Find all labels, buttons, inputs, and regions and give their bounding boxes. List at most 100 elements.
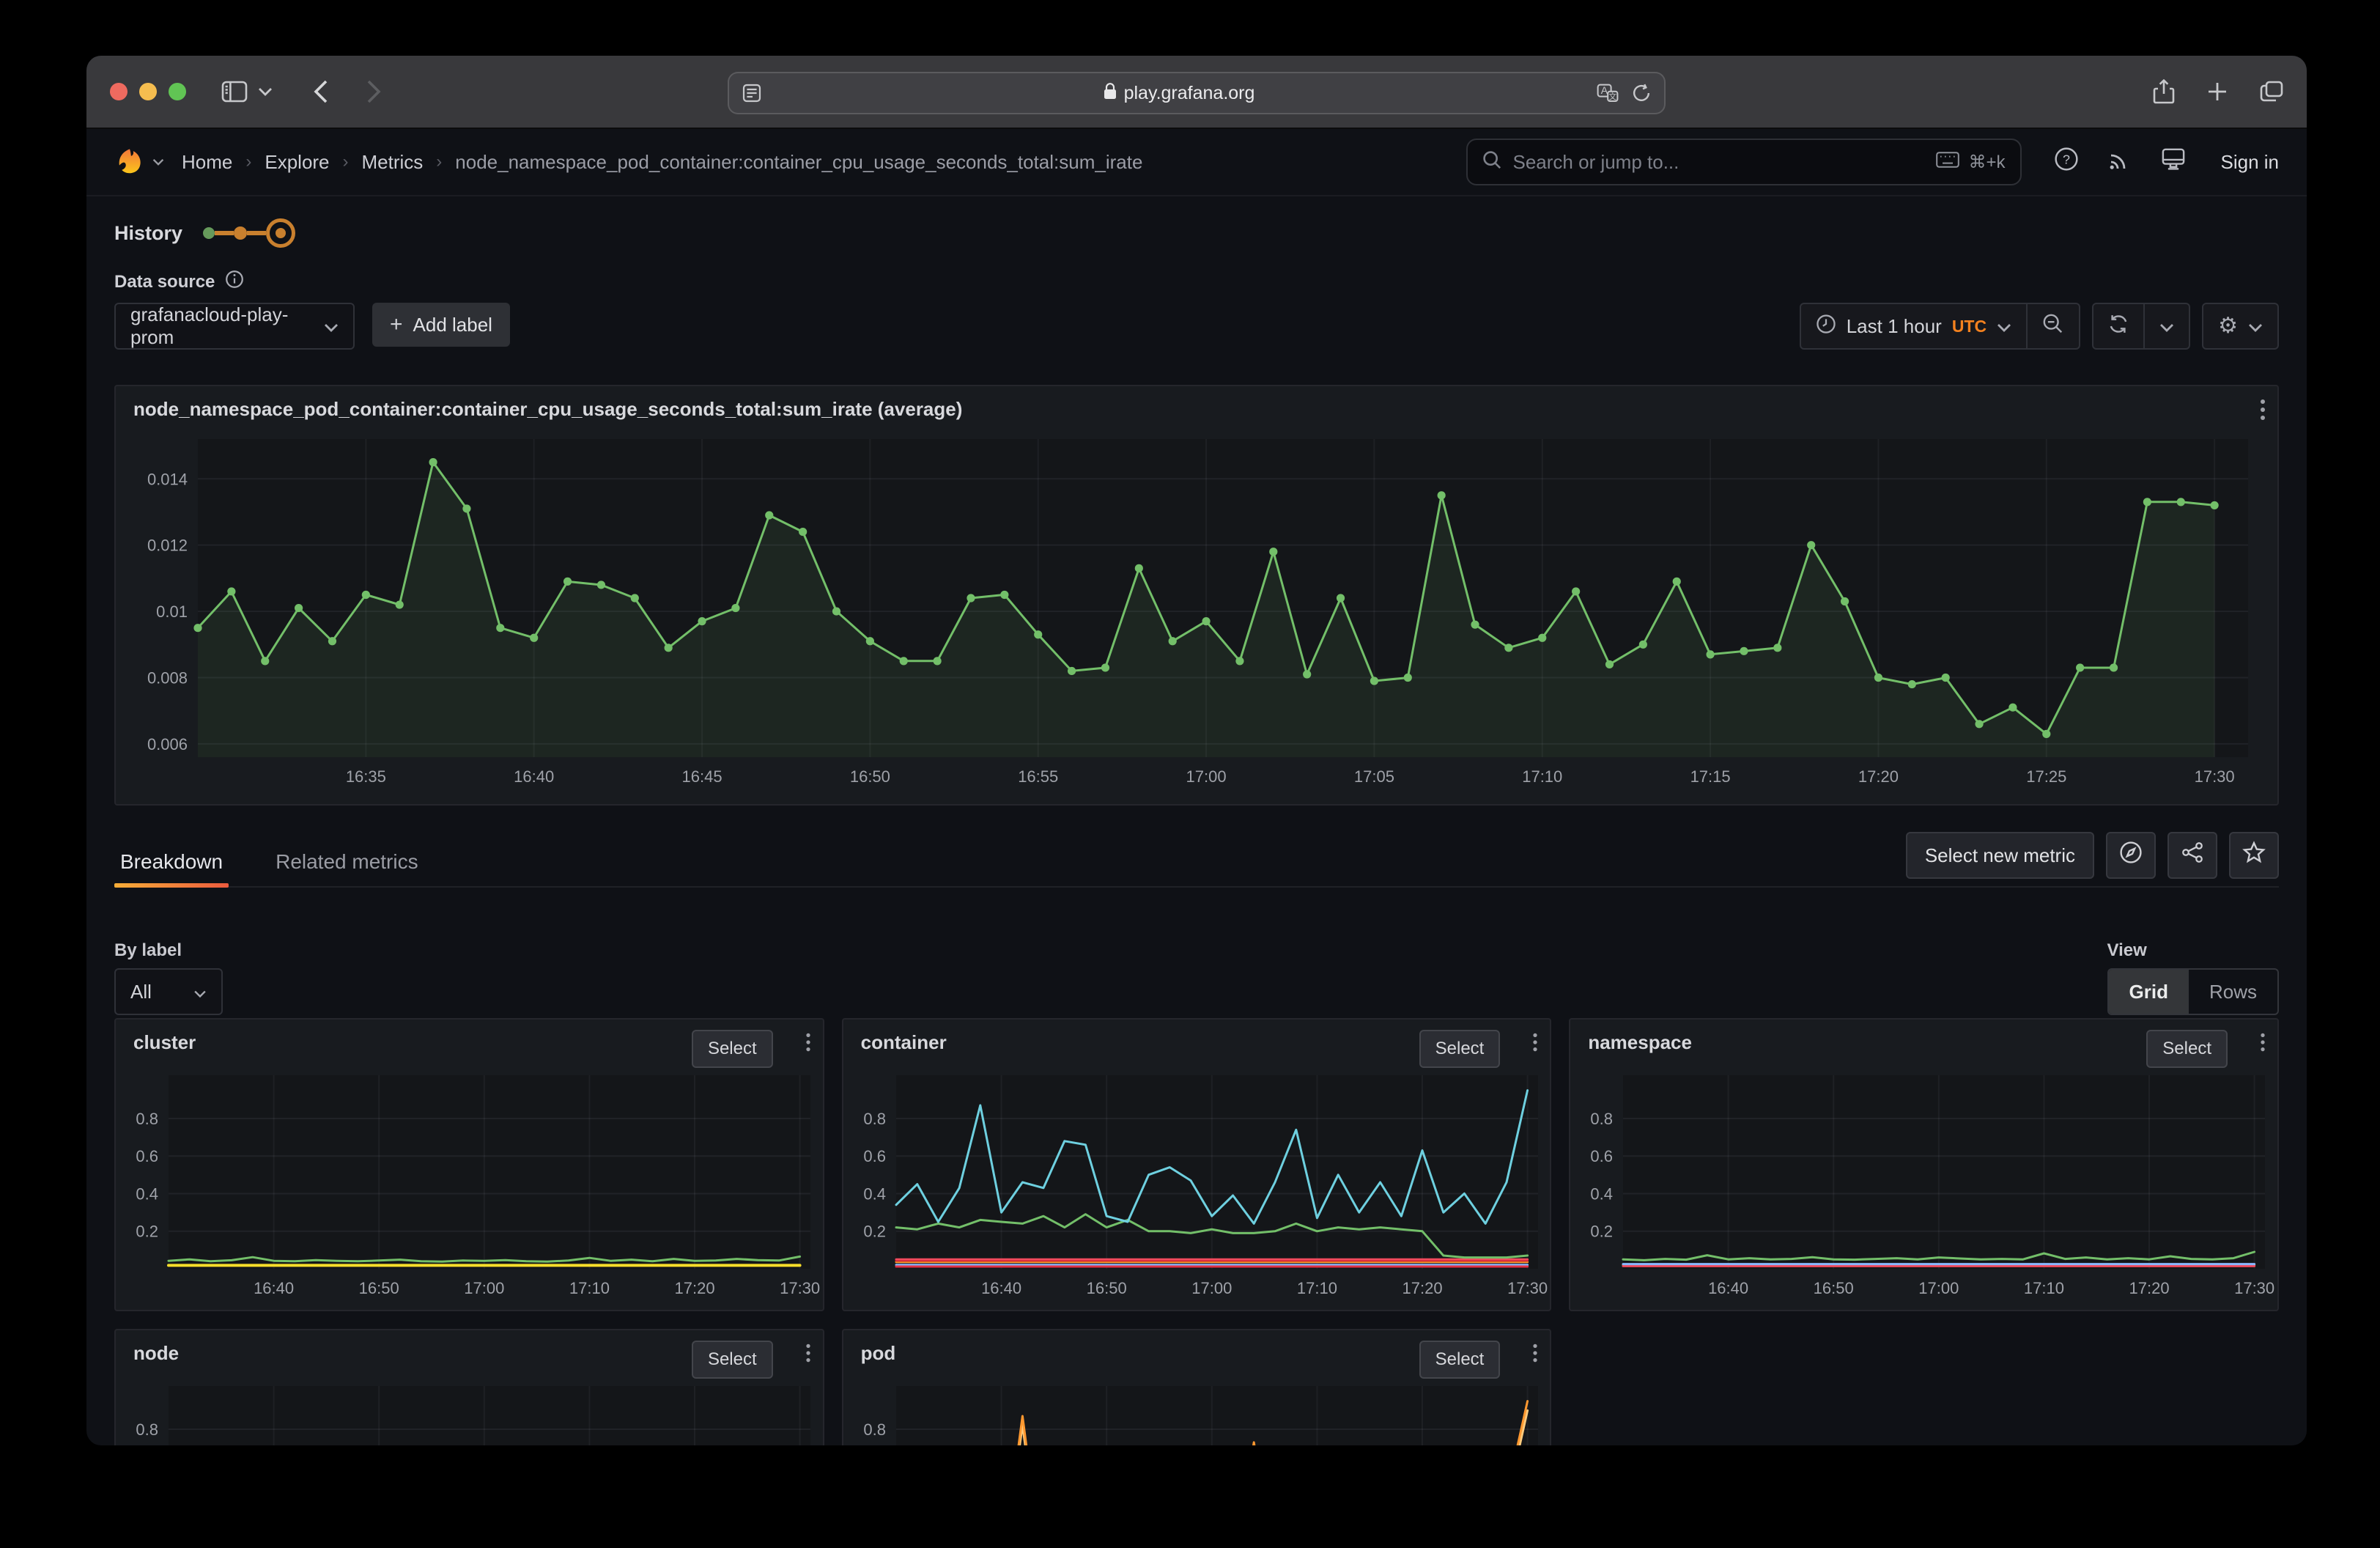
star-button[interactable] [2229,832,2279,879]
select-new-metric-button[interactable]: Select new metric [1906,832,2094,879]
svg-text:0.8: 0.8 [1591,1110,1614,1128]
share-icon[interactable] [2153,79,2175,104]
reader-icon[interactable] [742,84,761,103]
forward-button-icon[interactable] [366,80,381,103]
panel-title: container [861,1031,947,1054]
fullscreen-window-button[interactable] [169,83,186,100]
translate-icon[interactable]: A 文 [1597,84,1619,103]
history-label: History [114,222,182,245]
svg-text:16:50: 16:50 [359,1279,399,1297]
view-label: View [2107,940,2279,961]
new-tab-icon[interactable] [2207,81,2228,102]
desktop: play.grafana.org A 文 [0,0,2380,1548]
refresh-interval-dropdown[interactable] [2143,304,2189,348]
tab-breakdown[interactable]: Breakdown [114,838,229,886]
panel-menu-kebab-icon[interactable] [2260,1031,2266,1058]
breakdown-panel-namespace: namespace Select 0.20.40.60.816:4016:501… [1569,1018,2279,1311]
view-grid-option[interactable]: Grid [2109,970,2189,1014]
svg-text:16:35: 16:35 [346,767,386,786]
history-step-icon[interactable] [234,226,247,240]
tab-related-metrics[interactable]: Related metrics [270,838,424,886]
svg-text:16:40: 16:40 [254,1279,294,1297]
svg-text:17:30: 17:30 [1507,1279,1548,1297]
browser-window: play.grafana.org A 文 [86,56,2307,1445]
explore-compass-button[interactable] [2106,832,2156,879]
minimize-window-button[interactable] [139,83,157,100]
svg-text:0.6: 0.6 [136,1147,158,1165]
svg-text:17:20: 17:20 [675,1279,715,1297]
search-icon [1482,150,1501,174]
address-bar[interactable]: play.grafana.org A 文 [728,72,1666,114]
org-switcher-chevron-icon[interactable] [152,158,164,166]
help-icon[interactable]: ? [2054,147,2079,177]
panel-menu-kebab-icon[interactable] [2260,398,2266,427]
container-chart[interactable]: 0.20.40.60.816:4016:5017:0017:1017:2017:… [843,1069,1550,1301]
svg-text:0.4: 0.4 [136,1184,158,1203]
sign-in-button[interactable]: Sign in [2221,151,2280,174]
select-cluster-button[interactable]: Select [692,1030,773,1068]
svg-text:17:10: 17:10 [1297,1279,1337,1297]
breadcrumb-explore[interactable]: Explore [265,151,329,174]
svg-text:0.014: 0.014 [147,470,188,488]
sidebar-chevron-icon[interactable] [258,86,273,97]
svg-text:?: ? [2063,152,2070,166]
svg-text:17:00: 17:00 [1186,767,1227,786]
time-picker: Last 1 hour UTC [1800,303,2080,350]
svg-text:17:30: 17:30 [2234,1279,2274,1297]
select-container-button[interactable]: Select [1419,1030,1501,1068]
panel-title: cluster [133,1031,196,1054]
clock-icon [1816,314,1836,339]
panel-menu-kebab-icon[interactable] [805,1031,811,1058]
search-input[interactable]: Search or jump to... ⌘+k [1466,139,2022,185]
zoom-out-button[interactable] [2026,304,2079,348]
reload-icon[interactable] [1632,84,1651,103]
pod-chart[interactable]: 0.20.40.60.816:4016:5017:0017:1017:2017:… [843,1380,1550,1445]
select-namespace-button[interactable]: Select [2146,1030,2228,1068]
cluster-chart[interactable]: 0.20.40.60.816:4016:5017:0017:1017:2017:… [116,1069,822,1301]
window-controls [110,83,186,100]
breadcrumb-home[interactable]: Home [182,151,232,174]
svg-text:16:40: 16:40 [514,767,554,786]
info-icon[interactable] [225,270,244,294]
select-node-button[interactable]: Select [692,1341,773,1379]
refresh-button[interactable] [2093,304,2143,348]
share-panel-button[interactable] [2168,832,2217,879]
select-pod-button[interactable]: Select [1419,1341,1501,1379]
sidebar-toggle-icon[interactable] [221,81,248,103]
svg-text:17:20: 17:20 [1858,767,1899,786]
panel-menu-kebab-icon[interactable] [1532,1342,1538,1369]
by-label-select[interactable]: All [114,968,223,1015]
grafana-logo[interactable] [114,147,145,177]
tab-overview-icon[interactable] [2260,81,2283,103]
view-rows-option[interactable]: Rows [2189,970,2277,1014]
star-icon [2242,841,2266,870]
node-chart[interactable]: 0.20.40.60.816:4016:5017:0017:1017:2017:… [116,1380,822,1445]
svg-text:0.8: 0.8 [136,1420,158,1439]
svg-text:17:10: 17:10 [2024,1279,2064,1297]
settings-control: ⚙ [2202,303,2279,350]
datasource-picker[interactable]: grafanacloud-play-prom [114,303,355,350]
svg-text:0.006: 0.006 [147,735,188,753]
datasource-value: grafanacloud-play-prom [130,303,309,349]
svg-text:0.01: 0.01 [156,602,188,621]
svg-text:17:00: 17:00 [464,1279,504,1297]
history-step-icon[interactable] [203,227,215,239]
news-rss-icon[interactable] [2108,147,2132,177]
back-button-icon[interactable] [314,80,328,103]
svg-text:17:10: 17:10 [569,1279,610,1297]
time-range-button[interactable]: Last 1 hour UTC [1801,304,2026,348]
settings-button[interactable]: ⚙ [2203,304,2277,348]
svg-text:17:00: 17:00 [1191,1279,1232,1297]
panel-menu-kebab-icon[interactable] [1532,1031,1538,1058]
close-window-button[interactable] [110,83,128,100]
history-current-step-icon[interactable] [266,218,295,248]
namespace-chart[interactable]: 0.20.40.60.816:4016:5017:0017:1017:2017:… [1570,1069,2277,1301]
breadcrumb-metrics[interactable]: Metrics [362,151,424,174]
svg-text:文: 文 [1608,91,1616,101]
svg-text:17:30: 17:30 [780,1279,820,1297]
main-chart[interactable]: 0.0060.0080.010.0120.01416:3516:4016:451… [116,430,2277,795]
panel-menu-kebab-icon[interactable] [805,1342,811,1369]
svg-text:0.4: 0.4 [863,1184,886,1203]
monitor-icon[interactable] [2161,147,2186,177]
add-label-button[interactable]: + Add label [372,303,510,347]
